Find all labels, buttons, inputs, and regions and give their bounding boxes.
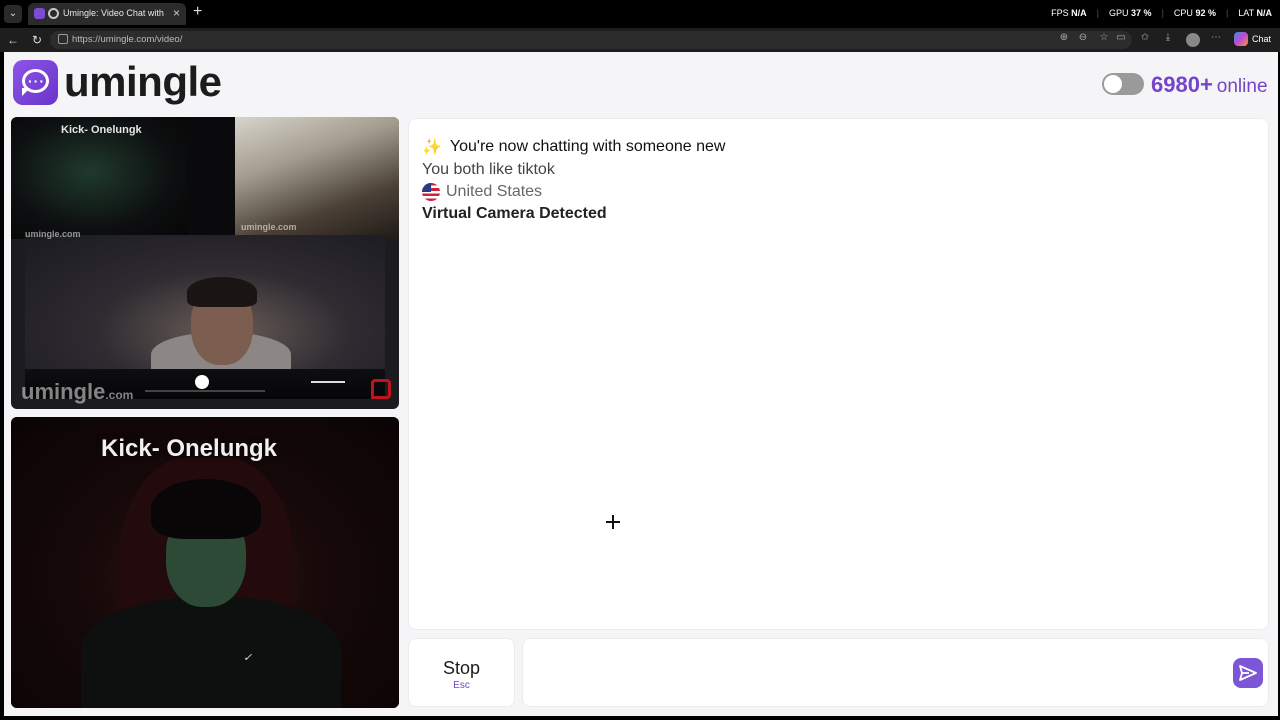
favorite-star-icon[interactable]: ☆ xyxy=(1098,32,1110,44)
downloads-icon[interactable]: ⤓ xyxy=(1162,32,1174,44)
favorites-icon[interactable]: ✩ xyxy=(1139,32,1151,44)
online-count: 6980+ xyxy=(1151,72,1213,97)
toggle-knob xyxy=(1104,75,1122,93)
sparkles-icon: ✨ xyxy=(422,139,442,156)
crosshair-cursor-icon xyxy=(606,515,620,529)
self-video: ✓ Kick- Onelungk xyxy=(11,417,399,708)
chat-log: ✨ You're now chatting with someone new Y… xyxy=(408,118,1269,630)
message-composer xyxy=(522,638,1269,707)
hoodie-logo-icon: ✓ xyxy=(243,652,253,664)
message-input[interactable] xyxy=(535,659,1225,687)
cpu-stat: CPU 92 % xyxy=(1173,8,1216,18)
latency-stat: LAT N/A xyxy=(1238,8,1272,18)
streamer-label: Kick- Onelungk xyxy=(61,124,142,136)
stranger-video: Kick- Onelungk umingle.com umingle.com u… xyxy=(11,117,399,409)
tracking-prevention-icon[interactable]: ⊖ xyxy=(1077,32,1089,44)
stop-shortcut-hint: Esc xyxy=(453,680,470,691)
tab-close-icon[interactable]: × xyxy=(173,6,180,20)
video-watermark: umingle.com xyxy=(21,379,134,404)
chat-intro-message: ✨ You're now chatting with someone new xyxy=(422,138,726,156)
split-screen-icon[interactable]: ▭ xyxy=(1115,32,1127,44)
umingle-logo-icon[interactable]: ··· xyxy=(13,60,58,105)
brand-name[interactable]: umingle xyxy=(64,58,222,106)
shared-interest-message: You both like tiktok xyxy=(422,161,555,178)
copilot-chat-label: Chat xyxy=(1252,34,1272,44)
stop-label: Stop xyxy=(442,658,481,678)
browser-tab-bar: ⌄ Umingle: Video Chat with Str... × + FP… xyxy=(0,0,1280,28)
address-bar[interactable]: https://umingle.com/video/ xyxy=(50,31,1132,49)
send-button[interactable] xyxy=(1233,658,1263,688)
app-favicon-icon xyxy=(34,8,45,19)
site-info-icon[interactable] xyxy=(58,34,68,44)
send-icon xyxy=(1239,665,1257,681)
new-tab-icon[interactable]: + xyxy=(193,3,202,21)
stream-room-overlay xyxy=(235,117,399,239)
online-label: online xyxy=(1216,76,1268,97)
country-message: United States xyxy=(422,183,542,201)
video-watermark: umingle.com xyxy=(241,222,297,232)
stream-brand-icon xyxy=(371,379,391,399)
copilot-icon xyxy=(1234,32,1248,46)
play-icon xyxy=(195,375,209,389)
address-url: https://umingle.com/video/ xyxy=(72,34,183,45)
performance-overlay: FPS N/A | GPU 37 % | CPU 92 % | LAT N/A xyxy=(1051,8,1272,18)
theme-toggle[interactable] xyxy=(1102,73,1144,95)
profile-avatar[interactable] xyxy=(1186,33,1200,47)
site-favicon-icon xyxy=(48,8,59,19)
virtual-camera-warning: Virtual Camera Detected xyxy=(422,205,607,222)
copilot-chat-button[interactable]: Chat xyxy=(1234,32,1271,46)
online-counter: 6980+ online xyxy=(1151,72,1268,98)
browser-nav-bar: ← ↻ https://umingle.com/video/ ⊕ ⊖ ☆ ▭ ✩… xyxy=(0,28,1280,52)
reload-icon[interactable]: ↻ xyxy=(29,32,45,48)
video-watermark: umingle.com xyxy=(25,229,81,239)
fps-stat: FPS N/A xyxy=(1051,8,1087,18)
more-menu-icon[interactable]: ⋯ xyxy=(1210,32,1222,44)
tab-title: Umingle: Video Chat with Str... xyxy=(63,8,167,18)
page-content: ··· umingle 6980+ online Kick- Onelungk … xyxy=(4,52,1278,716)
gpu-stat: GPU 37 % xyxy=(1109,8,1152,18)
stop-button[interactable]: Stop Esc xyxy=(408,638,515,707)
browser-tab-active[interactable]: Umingle: Video Chat with Str... × xyxy=(28,3,186,25)
zoom-icon[interactable]: ⊕ xyxy=(1058,32,1070,44)
streamer-label: Kick- Onelungk xyxy=(101,435,278,462)
tab-actions-menu-icon[interactable]: ⌄ xyxy=(4,5,22,23)
back-arrow-icon[interactable]: ← xyxy=(5,32,21,48)
us-flag-icon xyxy=(422,183,440,201)
